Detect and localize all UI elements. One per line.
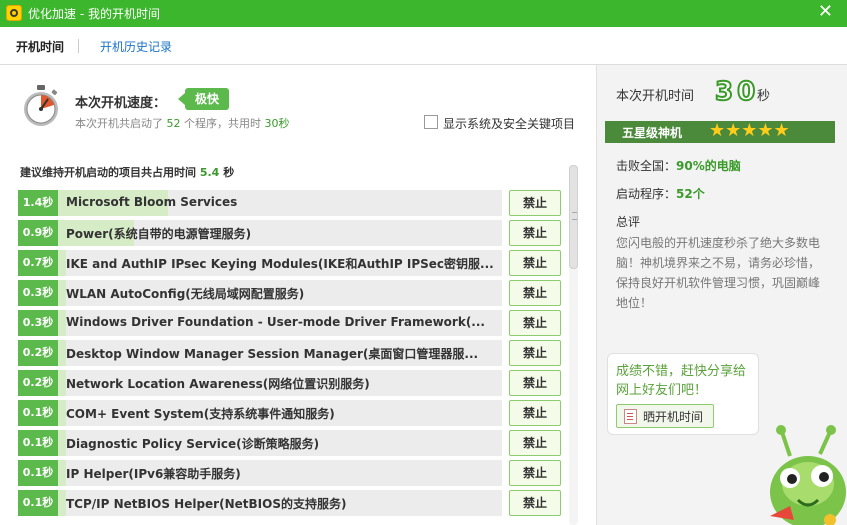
time-badge: 0.2秒	[18, 340, 58, 366]
disable-button[interactable]: 禁止	[509, 430, 561, 456]
list-item: 0.1秒 TCP/IP NetBIOS Helper(NetBIOS的支持服务)…	[18, 490, 561, 516]
boot-time-unit: 秒	[757, 89, 771, 104]
beat-stat: 击败全国：90%的电脑	[616, 157, 741, 174]
list-item: 0.7秒 IKE and AuthIP IPsec Keying Modules…	[18, 250, 561, 276]
comment-text: 您闪电般的开机速度秒杀了绝大多数电脑！神机境界来之不易，请务必珍惜，保持良好开机…	[616, 236, 821, 310]
document-icon	[624, 409, 637, 424]
item-name: Desktop Window Manager Session Manager(桌…	[66, 347, 479, 361]
close-icon[interactable]: ✕	[818, 1, 833, 22]
boot-summary: 本次开机共启动了 52 个程序，共用时 30秒	[75, 115, 290, 131]
list-item: 0.1秒 Diagnostic Policy Service(诊断策略服务) 禁…	[18, 430, 561, 456]
list-item: 0.3秒 Windows Driver Foundation - User-mo…	[18, 310, 561, 336]
share-box: 成绩不错，赶快分享给网上好友们吧！ 晒开机时间	[607, 353, 759, 435]
recommend-prefix: 建议维持开机启动的项目共占用时间	[20, 166, 196, 179]
star-rating-icon: ★★★★★	[709, 120, 790, 141]
item-name: WLAN AutoConfig(无线局域网配置服务)	[66, 287, 305, 301]
speed-label: 本次开机速度：	[75, 96, 167, 111]
item-name: IKE and AuthIP IPsec Keying Modules(IKE和…	[66, 257, 494, 271]
list-scrollbar[interactable]	[569, 165, 578, 525]
boot-time-label: 本次开机时间	[616, 89, 695, 104]
disable-button[interactable]: 禁止	[509, 220, 561, 246]
title-bar: 优化加速 - 我的开机时间 ✕	[0, 0, 847, 27]
recommend-unit: 秒	[223, 166, 235, 179]
comment-title: 总评	[616, 215, 641, 229]
disable-button[interactable]: 禁止	[509, 250, 561, 276]
app-logo-icon	[6, 5, 22, 21]
stopwatch-icon	[24, 85, 58, 126]
startup-label: 启动程序：	[616, 187, 677, 201]
boot-time-value: 30	[714, 76, 760, 108]
item-name: COM+ Event System(支持系统事件通知服务)	[66, 407, 335, 421]
share-button[interactable]: 晒开机时间	[616, 404, 714, 428]
show-system-items-checkbox[interactable]	[424, 115, 438, 129]
speed-badge: 极快	[177, 88, 230, 110]
summary-prefix: 本次开机共启动了	[75, 117, 163, 130]
share-button-label: 晒开机时间	[643, 410, 704, 424]
show-system-items-label[interactable]: 显示系统及安全关键项目	[443, 115, 575, 132]
time-badge: 0.3秒	[18, 310, 58, 336]
grip-icon	[572, 212, 577, 220]
disable-button[interactable]: 禁止	[509, 400, 561, 426]
list-item: 0.2秒 Network Location Awareness(网络位置识别服务…	[18, 370, 561, 396]
list-item: 0.9秒 Power(系统自带的电源管理服务) 禁止	[18, 220, 561, 246]
time-badge: 0.3秒	[18, 280, 58, 306]
item-name: IP Helper(IPv6兼容助手服务)	[66, 467, 241, 481]
item-name: Power(系统自带的电源管理服务)	[66, 227, 252, 241]
disable-button[interactable]: 禁止	[509, 280, 561, 306]
time-badge: 1.4秒	[18, 190, 58, 216]
time-badge: 0.1秒	[18, 460, 58, 486]
list-item: 0.3秒 WLAN AutoConfig(无线局域网配置服务) 禁止	[18, 280, 561, 306]
item-name: Diagnostic Policy Service(诊断策略服务)	[66, 437, 320, 451]
item-name: Windows Driver Foundation - User-mode Dr…	[66, 315, 485, 329]
program-count: 52	[166, 117, 181, 130]
tab-divider	[78, 39, 79, 53]
list-item: 0.2秒 Desktop Window Manager Session Mana…	[18, 340, 561, 366]
startup-stat: 启动程序：52个	[616, 185, 705, 202]
scrollbar-thumb[interactable]	[569, 165, 578, 269]
time-badge: 0.1秒	[18, 430, 58, 456]
list-item: 1.4秒 Microsoft Bloom Services 禁止	[18, 190, 561, 216]
disable-button[interactable]: 禁止	[509, 370, 561, 396]
time-badge: 0.1秒	[18, 400, 58, 426]
item-name: Microsoft Bloom Services	[66, 195, 238, 209]
item-name: TCP/IP NetBIOS Helper(NetBIOS的支持服务)	[66, 497, 347, 511]
disable-button[interactable]: 禁止	[509, 310, 561, 336]
main-panel: 本次开机速度： 极快 本次开机共启动了 52 个程序，共用时 30秒 显示系统及…	[0, 65, 596, 525]
disable-button[interactable]: 禁止	[509, 460, 561, 486]
tab-bar: 开机时间 开机历史记录	[0, 27, 847, 65]
time-badge: 0.2秒	[18, 370, 58, 396]
mascot-icon	[770, 425, 846, 525]
list-item: 0.1秒 IP Helper(IPv6兼容助手服务) 禁止	[18, 460, 561, 486]
tab-boot-time[interactable]: 开机时间	[16, 38, 64, 55]
disable-button[interactable]: 禁止	[509, 190, 561, 216]
beat-value: 90%的电脑	[676, 159, 741, 173]
time-badge: 0.9秒	[18, 220, 58, 246]
startup-value: 52个	[676, 187, 705, 201]
item-name: Network Location Awareness(网络位置识别服务)	[66, 377, 370, 391]
disable-button[interactable]: 禁止	[509, 490, 561, 516]
recommend-heading: 建议维持开机启动的项目共占用时间 5.4 秒	[20, 164, 234, 180]
share-text: 成绩不错，赶快分享给网上好友们吧！	[616, 364, 747, 398]
rank-banner: 五星级神机 ★★★★★	[605, 120, 835, 143]
rank-label: 五星级神机	[622, 126, 683, 140]
beat-label: 击败全国：	[616, 159, 677, 173]
time-badge: 0.7秒	[18, 250, 58, 276]
list-item: 0.1秒 COM+ Event System(支持系统事件通知服务) 禁止	[18, 400, 561, 426]
time-badge: 0.1秒	[18, 490, 58, 516]
total-time: 30秒	[264, 117, 290, 130]
summary-mid: 个程序，共用时	[184, 117, 261, 130]
recommend-time: 5.4	[199, 166, 220, 179]
disable-button[interactable]: 禁止	[509, 340, 561, 366]
tab-boot-history[interactable]: 开机历史记录	[100, 38, 172, 55]
window-title: 优化加速 - 我的开机时间	[28, 7, 160, 21]
result-sidebar: 本次开机时间 30 秒 五星级神机 ★★★★★ 击败全国：90%的电脑 启动程序…	[596, 65, 847, 525]
